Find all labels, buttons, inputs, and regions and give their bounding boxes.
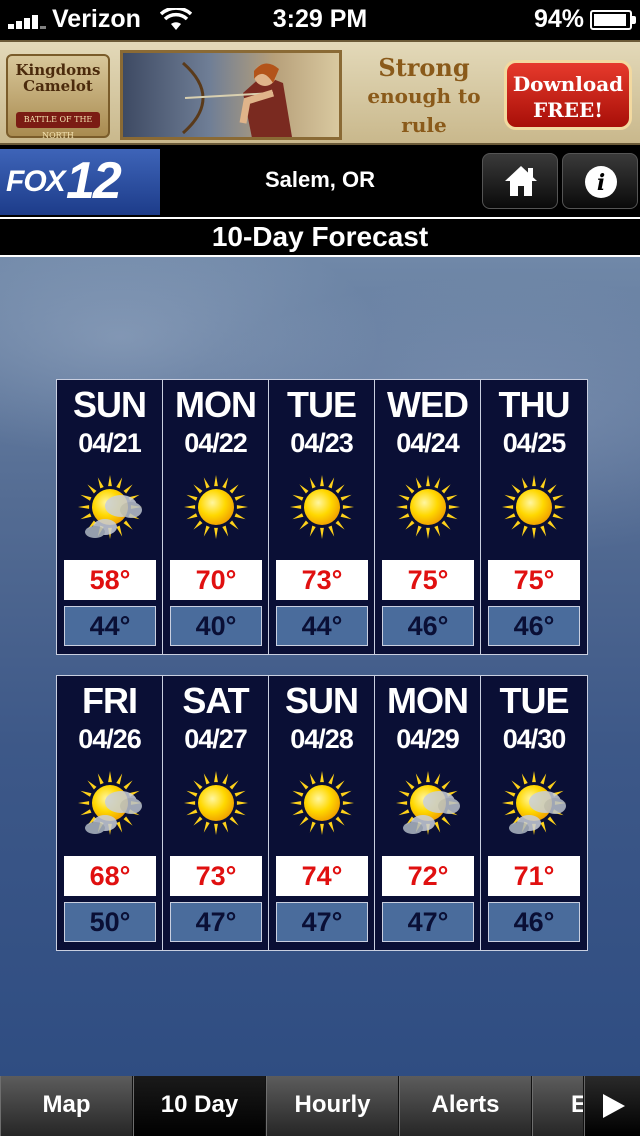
day-card[interactable]: SUN 04/28 74° 47°: [269, 676, 375, 950]
sun-icon: [290, 475, 354, 539]
low-temp: 40°: [170, 606, 262, 646]
high-temp: 73°: [276, 560, 368, 600]
partly-cloudy-icon: [502, 771, 566, 835]
day-date: 04/23: [290, 428, 354, 458]
play-arrow-icon: [603, 1094, 625, 1118]
low-temp: 46°: [382, 606, 474, 646]
page-title: 10-Day Forecast: [211, 221, 429, 252]
day-date: 04/25: [502, 428, 567, 458]
partly-cloudy-icon: [396, 771, 460, 835]
forecast-row-2: FRI 04/26 68° 50° SAT 04/27 73° 47° SUN …: [56, 675, 588, 951]
low-temp: 44°: [276, 606, 368, 646]
tab-map[interactable]: Map: [0, 1076, 133, 1136]
status-bar: Verizon 3:29 PM 94%: [0, 0, 640, 40]
day-card[interactable]: MON 04/22 70° 40°: [163, 380, 269, 654]
tab-more[interactable]: E: [532, 1076, 584, 1136]
partly-cloudy-icon: [78, 475, 142, 539]
svg-text:i: i: [597, 170, 605, 196]
day-card[interactable]: TUE 04/30 71° 46°: [481, 676, 587, 950]
tab-scroll-right-button[interactable]: [584, 1076, 640, 1136]
partly-cloudy-icon: [78, 771, 142, 835]
day-card[interactable]: TUE 04/23 73° 44°: [269, 380, 375, 654]
high-temp: 72°: [382, 856, 474, 896]
location-label: Salem, OR: [264, 167, 376, 192]
day-date: 04/28: [290, 724, 354, 754]
day-date: 04/29: [396, 724, 460, 754]
day-date: 04/30: [502, 724, 567, 754]
sun-icon: [290, 771, 354, 835]
tab-bar: Map 10 Day Hourly Alerts E: [0, 1076, 640, 1136]
day-date: 04/27: [184, 724, 248, 754]
day-date: 04/21: [78, 428, 142, 458]
day-name: SAT: [182, 680, 249, 721]
home-icon: [505, 166, 537, 196]
sun-icon: [184, 771, 248, 835]
ad-artwork: [120, 50, 342, 140]
ad-download-button[interactable]: Download FREE!: [504, 60, 632, 130]
day-card[interactable]: MON 04/29 72° 47°: [375, 676, 481, 950]
day-name: WED: [387, 384, 469, 425]
high-temp: 74°: [276, 856, 368, 896]
low-temp: 47°: [276, 902, 368, 942]
day-name: FRI: [82, 680, 138, 721]
battery-percent: 94%: [533, 5, 584, 33]
low-temp: 47°: [382, 902, 474, 942]
high-temp: 75°: [382, 560, 474, 600]
low-temp: 44°: [64, 606, 156, 646]
day-name: MON: [387, 680, 469, 721]
ad-banner[interactable]: Kingdoms Camelot BATTLE OF THE NORTH Str…: [0, 40, 640, 166]
sun-icon: [184, 475, 248, 539]
day-date: 04/22: [184, 428, 248, 458]
low-temp: 46°: [488, 606, 580, 646]
day-name: TUE: [499, 680, 570, 721]
forecast-row-1: SUN 04/21 58° 44° MON 04/22 70° 40° TUE …: [56, 379, 588, 655]
high-temp: 68°: [64, 856, 156, 896]
tab-alerts[interactable]: Alerts: [399, 1076, 532, 1136]
day-card[interactable]: WED 04/24 75° 46°: [375, 380, 481, 654]
day-card[interactable]: FRI 04/26 68° 50°: [57, 676, 163, 950]
info-icon: i: [585, 166, 617, 198]
high-temp: 71°: [488, 856, 580, 896]
app-header: FOX 12 Salem, OR i: [0, 145, 640, 217]
ad-game-logo: Kingdoms Camelot BATTLE OF THE NORTH: [6, 54, 110, 140]
battery-icon: [590, 10, 636, 30]
day-card[interactable]: THU 04/25 75° 46°: [481, 380, 587, 654]
tab-10-day[interactable]: 10 Day: [133, 1076, 266, 1136]
high-temp: 73°: [170, 856, 262, 896]
day-name: SUN: [72, 384, 147, 425]
low-temp: 46°: [488, 902, 580, 942]
home-button[interactable]: [482, 153, 558, 209]
high-temp: 75°: [488, 560, 580, 600]
fox12-logo: FOX 12: [0, 149, 160, 215]
high-temp: 58°: [64, 560, 156, 600]
day-name: MON: [175, 384, 257, 425]
day-date: 04/26: [78, 724, 142, 754]
low-temp: 47°: [170, 902, 262, 942]
sun-icon: [502, 475, 566, 539]
day-name: SUN: [284, 680, 359, 721]
day-card[interactable]: SUN 04/21 58° 44°: [57, 380, 163, 654]
low-temp: 50°: [64, 902, 156, 942]
forecast-area: SUN 04/21 58° 44° MON 04/22 70° 40° TUE …: [0, 257, 640, 1076]
day-card[interactable]: SAT 04/27 73° 47°: [163, 676, 269, 950]
tab-hourly[interactable]: Hourly: [266, 1076, 399, 1136]
info-button[interactable]: i: [562, 153, 638, 209]
day-name: THU: [498, 384, 571, 425]
high-temp: 70°: [170, 560, 262, 600]
day-date: 04/24: [396, 428, 460, 458]
sun-icon: [396, 475, 460, 539]
day-name: TUE: [287, 384, 357, 425]
page-title-bar: 10-Day Forecast: [0, 217, 640, 257]
